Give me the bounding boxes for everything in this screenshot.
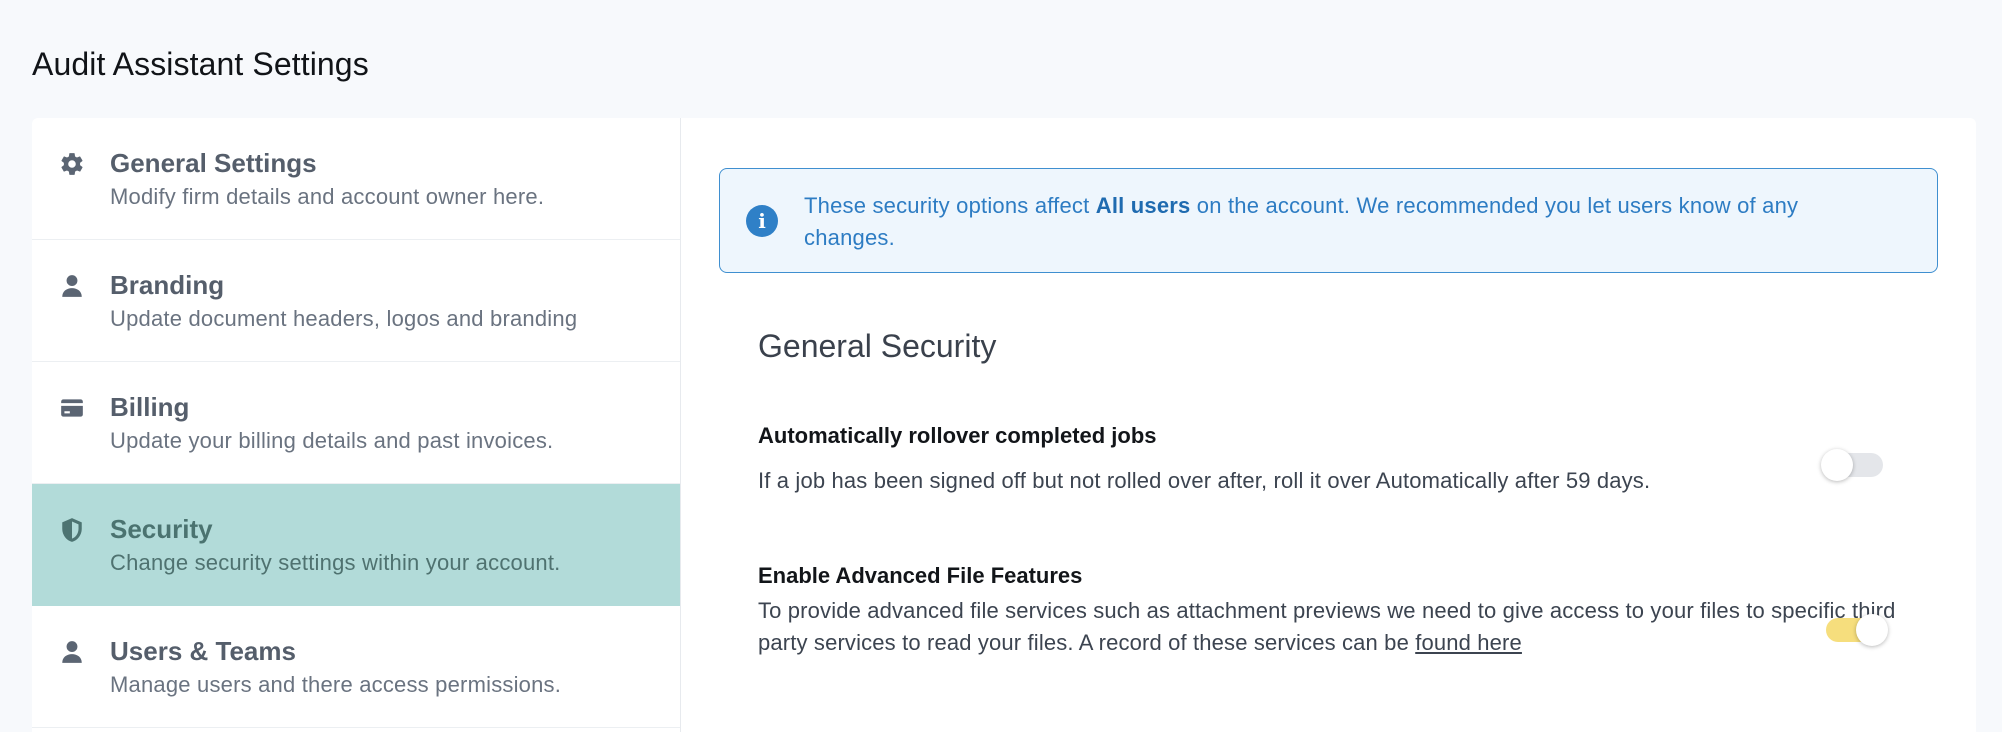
sidebar-item-users-teams[interactable]: Users & Teams Manage users and there acc… xyxy=(32,606,680,728)
sidebar-item-branding[interactable]: Branding Update document headers, logos … xyxy=(32,240,680,362)
info-banner: i These security options affect All user… xyxy=(719,168,1938,273)
setting-title: Automatically rollover completed jobs xyxy=(758,423,1157,448)
sidebar-item-billing[interactable]: Billing Update your billing details and … xyxy=(32,362,680,484)
found-here-link[interactable]: found here xyxy=(1415,630,1522,655)
sidebar-item-description: Update your billing details and past inv… xyxy=(110,428,554,453)
setting-description: To provide advanced file services such a… xyxy=(758,598,1896,655)
setting-rollover-jobs: Automatically rollover completed jobs If… xyxy=(758,423,1898,497)
gear-icon xyxy=(58,150,86,178)
security-panel: i These security options affect All user… xyxy=(681,118,1976,732)
setting-title: Enable Advanced File Features xyxy=(758,563,1083,588)
toggle-knob xyxy=(1856,614,1888,646)
sidebar-item-description: Manage users and there access permission… xyxy=(110,672,562,697)
setting-description: If a job has been signed off but not rol… xyxy=(758,468,1651,493)
sidebar-item-description: Update document headers, logos and brand… xyxy=(110,306,578,331)
settings-card: General Settings Modify firm details and… xyxy=(32,118,1976,732)
sidebar-item-description: Modify firm details and account owner he… xyxy=(110,184,545,209)
sidebar-item-title: Security xyxy=(110,514,213,544)
user-icon xyxy=(58,272,86,300)
sidebar-item-title: Billing xyxy=(110,392,190,422)
settings-sidebar: General Settings Modify firm details and… xyxy=(32,118,681,732)
toggle-knob xyxy=(1821,449,1853,481)
info-banner-text: These security options affect All users … xyxy=(804,193,1799,250)
sidebar-item-description: Change security settings within your acc… xyxy=(110,550,561,575)
info-icon: i xyxy=(746,205,778,237)
sidebar-item-general-settings[interactable]: General Settings Modify firm details and… xyxy=(32,118,680,240)
credit-card-icon xyxy=(58,394,86,422)
info-banner-emphasis: All users xyxy=(1095,193,1191,218)
page-title: Audit Assistant Settings xyxy=(32,46,369,82)
sidebar-item-title: Branding xyxy=(110,270,225,300)
section-title: General Security xyxy=(758,328,997,364)
user-icon xyxy=(58,638,86,666)
advanced-file-features-toggle[interactable] xyxy=(1826,614,1888,646)
sidebar-item-title: Users & Teams xyxy=(110,636,296,666)
sidebar-item-security[interactable]: Security Change security settings within… xyxy=(32,484,680,606)
shield-icon xyxy=(58,516,86,544)
sidebar-item-title: General Settings xyxy=(110,148,317,178)
setting-advanced-file-features: Enable Advanced File Features To provide… xyxy=(758,563,1898,659)
rollover-jobs-toggle[interactable] xyxy=(1821,449,1883,481)
